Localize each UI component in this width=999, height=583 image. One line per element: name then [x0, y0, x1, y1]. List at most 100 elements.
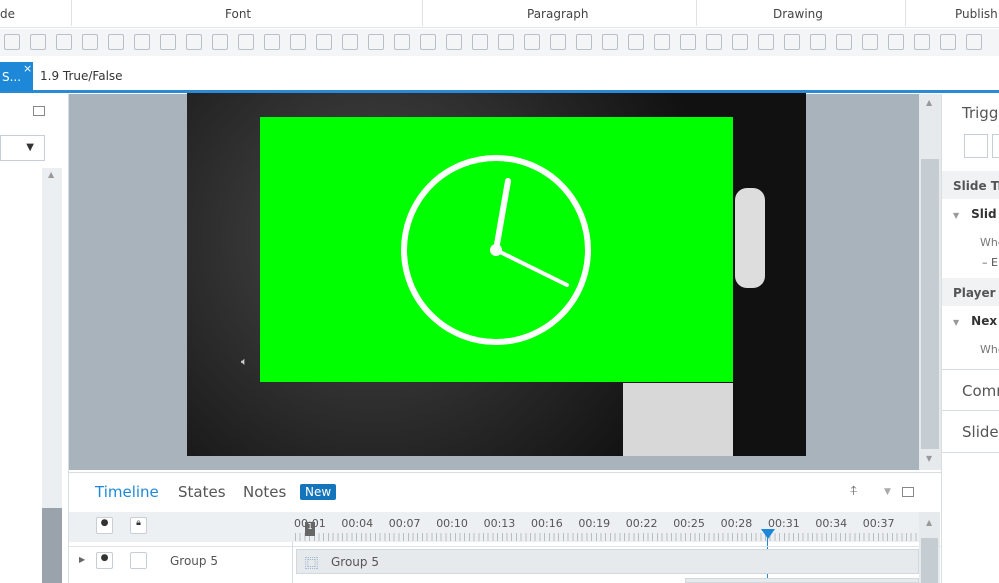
toolbar-button-icon[interactable]	[524, 34, 540, 50]
toolbar-button-icon[interactable]	[238, 34, 254, 50]
playhead[interactable]	[761, 529, 775, 539]
toolbar-button-icon[interactable]	[836, 34, 852, 50]
toolbar-button-icon[interactable]	[264, 34, 280, 50]
ruler-tick-label: 00:37	[862, 517, 895, 530]
toolbar-button-icon[interactable]	[888, 34, 904, 50]
toolbar-button-icon[interactable]	[30, 34, 46, 50]
ribbon-group-drawing: Drawing	[773, 7, 823, 21]
ruler-tick-label: 00:22	[625, 517, 658, 530]
toolbar-button-icon[interactable]	[498, 34, 514, 50]
trigger-button[interactable]	[992, 134, 999, 158]
ribbon-group-font: Font	[225, 7, 252, 21]
lock-icon[interactable]: 🔒︎	[130, 517, 147, 534]
timeline-bar-group5[interactable]: ⿴ Group 5	[296, 549, 919, 574]
restore-icon[interactable]	[33, 106, 45, 116]
trigger-item[interactable]: ▼ Slid	[942, 207, 999, 221]
timeline-bar[interactable]	[685, 578, 919, 583]
canvas-scrollbar[interactable]: ▲ ▼	[919, 94, 941, 470]
scroll-thumb[interactable]	[42, 508, 62, 583]
ribbon-group-publish: Publish	[955, 7, 998, 21]
toolbar-button-icon[interactable]	[160, 34, 176, 50]
toolbar-button-icon[interactable]	[134, 34, 150, 50]
tab-notes[interactable]: Notes	[243, 483, 286, 501]
ruler-tick-label: 00:10	[436, 517, 468, 530]
divider	[422, 0, 423, 26]
ruler-tick-label: 00:19	[578, 517, 611, 530]
eye-icon[interactable]: ●	[96, 552, 113, 569]
slide-triggers-header[interactable]: Slide Tr	[942, 171, 999, 199]
toolbar-button-icon[interactable]	[212, 34, 228, 50]
lock-toggle[interactable]	[130, 552, 147, 569]
toolbar-button-icon[interactable]	[966, 34, 982, 50]
toolbar-button-icon[interactable]	[290, 34, 306, 50]
scroll-thumb[interactable]	[921, 538, 938, 583]
ruler-tick-label: 00:25	[673, 517, 705, 530]
toolbar-button-icon[interactable]	[654, 34, 670, 50]
toolbar-button-icon[interactable]	[810, 34, 826, 50]
comments-panel-tab[interactable]: Comm	[942, 369, 999, 411]
group-icon: ⿴	[305, 557, 319, 572]
toolbar-button-icon[interactable]	[420, 34, 436, 50]
toolbar-button-icon[interactable]	[82, 34, 98, 50]
toolbar-button-icon[interactable]	[472, 34, 488, 50]
tab-bar	[0, 58, 999, 93]
toolbar-button-icon[interactable]	[862, 34, 878, 50]
tab-active-slide[interactable]: S... ×	[0, 62, 33, 91]
toolbar-button-icon[interactable]	[628, 34, 644, 50]
toolbar-button-icon[interactable]	[758, 34, 774, 50]
toolbar-button-icon[interactable]	[108, 34, 124, 50]
ribbon-group-paragraph: Paragraph	[527, 7, 589, 21]
align-icon[interactable]: ⍏	[850, 484, 858, 499]
toolbar-button-icon[interactable]	[368, 34, 384, 50]
arm-image	[623, 383, 733, 456]
close-icon[interactable]: ×	[23, 62, 32, 75]
cue-point-marker[interactable]: 1	[305, 522, 315, 536]
ruler-tick-label: 00:16	[531, 517, 563, 530]
scroll-up-icon[interactable]: ▲	[48, 170, 54, 179]
scroll-up-icon[interactable]: ▲	[926, 518, 932, 527]
timeline-scrollbar[interactable]: ▲	[919, 512, 940, 583]
restore-icon[interactable]	[902, 487, 914, 497]
trigger-when: Whe	[980, 343, 999, 356]
toolbar-button-icon[interactable]	[394, 34, 410, 50]
bar-label: Group 5	[331, 555, 379, 569]
green-screen-clock[interactable]	[260, 117, 733, 382]
toolbar-button-icon[interactable]	[56, 34, 72, 50]
tab-timeline[interactable]: Timeline	[95, 483, 159, 501]
scroll-thumb[interactable]	[921, 159, 939, 449]
toolbar-button-icon[interactable]	[342, 34, 358, 50]
slide-properties-tab[interactable]: Slide	[942, 411, 999, 453]
trigger-when: Whe	[980, 236, 999, 249]
speaker-icon: 🔈︎	[241, 355, 248, 368]
toolbar-button-icon[interactable]	[680, 34, 696, 50]
trigger-item[interactable]: ▼ Nex	[942, 314, 999, 328]
toolbar-button-icon[interactable]	[550, 34, 566, 50]
new-trigger-icon[interactable]	[964, 134, 988, 158]
player-triggers-header[interactable]: Player T	[942, 278, 999, 306]
chevron-down-icon[interactable]: ▼	[884, 487, 891, 497]
toolbar-button-icon[interactable]	[446, 34, 462, 50]
toolbar-button-icon[interactable]	[316, 34, 332, 50]
expand-icon[interactable]: ▶	[79, 555, 85, 564]
toolbar-button-icon[interactable]	[4, 34, 20, 50]
trigger-action: – E	[982, 256, 998, 269]
scroll-up-icon[interactable]: ▲	[926, 98, 932, 107]
toolbar-button-icon[interactable]	[940, 34, 956, 50]
toolbar-button-icon[interactable]	[914, 34, 930, 50]
toolbar-button-icon[interactable]	[576, 34, 592, 50]
eye-icon[interactable]: ●	[96, 517, 113, 534]
hand-image	[735, 188, 765, 288]
triggers-panel: Trigge Slide Tr ▼Slid Whe – E Player T ▼…	[941, 94, 999, 583]
tab-states[interactable]: States	[178, 483, 226, 501]
timeline-row-group5[interactable]: ▶ ● Group 5	[69, 547, 292, 576]
scroll-down-icon[interactable]: ▼	[926, 454, 932, 463]
dropdown[interactable]: ▼	[0, 135, 45, 161]
toolbar-button-icon[interactable]	[706, 34, 722, 50]
toolbar-button-icon[interactable]	[602, 34, 618, 50]
toolbar-button-icon[interactable]	[784, 34, 800, 50]
panel-title: Trigge	[962, 104, 999, 122]
toolbar-button-icon[interactable]	[186, 34, 202, 50]
divider	[71, 0, 72, 26]
tab-true-false[interactable]: 1.9 True/False	[40, 69, 123, 83]
toolbar-button-icon[interactable]	[732, 34, 748, 50]
